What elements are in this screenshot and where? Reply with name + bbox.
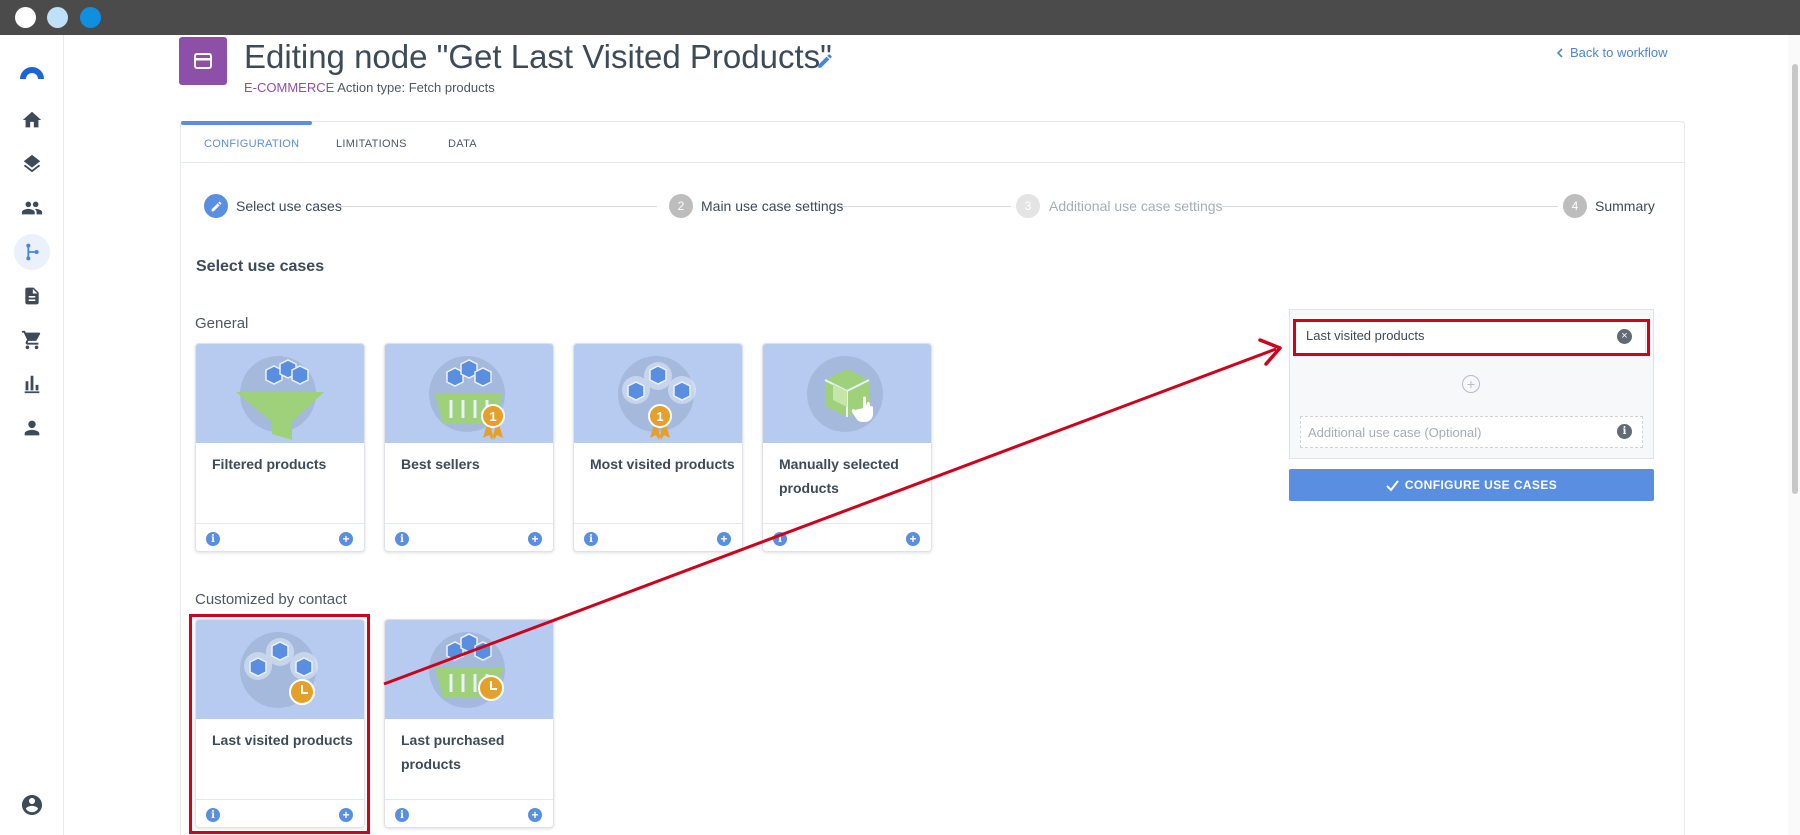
sidebar-item-workflows[interactable] (14, 234, 50, 270)
add-icon[interactable]: + (528, 532, 542, 546)
window-minimize-button[interactable] (47, 7, 68, 28)
use-case-card-filtered-products[interactable]: Filtered products i + (195, 343, 365, 552)
use-case-label: Last purchased products (401, 732, 505, 772)
sidebar-item-people[interactable] (18, 194, 46, 222)
back-link-label: Back to workflow (1570, 45, 1668, 60)
step-connector (339, 206, 657, 207)
add-use-case-icon[interactable]: + (1462, 375, 1480, 393)
node-action-type: Action type: Fetch products (337, 80, 495, 95)
group-title-general: General (195, 315, 249, 332)
back-to-workflow-link[interactable]: Back to workflow (1556, 45, 1668, 60)
additional-use-case-placeholder: Additional use case (Optional) (1308, 425, 1482, 440)
people-icon (21, 201, 43, 215)
use-case-label: Most visited products (590, 456, 735, 472)
info-icon[interactable]: i (1617, 424, 1632, 439)
window-close-button[interactable] (15, 7, 36, 28)
document-icon (25, 287, 39, 305)
basket-medal-icon: 1 (435, 359, 505, 440)
home-icon (22, 111, 42, 128)
section-title: Select use cases (196, 258, 325, 275)
add-icon[interactable]: + (906, 532, 920, 546)
highlight-box (189, 614, 370, 834)
product-logo-icon[interactable] (17, 55, 47, 85)
page-scrollbar-thumb[interactable] (1792, 64, 1798, 494)
funnel-products-icon (236, 359, 324, 440)
sidebar-item-ecommerce[interactable] (18, 326, 46, 354)
workflow-icon (26, 243, 39, 261)
card-illustration: 1 (574, 344, 742, 443)
sidebar-item-documents[interactable] (18, 282, 46, 310)
use-case-card-last-purchased-products[interactable]: Last purchased products i + (384, 619, 554, 828)
pencil-icon (211, 201, 221, 211)
check-icon (1386, 479, 1399, 491)
step-3-label: Additional use case settings (1049, 198, 1223, 214)
card-illustration (763, 344, 931, 443)
chevron-left-icon (1556, 47, 1563, 58)
card-icon (194, 53, 212, 69)
cart-icon (21, 330, 41, 350)
layers-icon (23, 154, 41, 173)
use-case-card-manually-selected-products[interactable]: Manually selected products i + (762, 343, 932, 552)
node-category: E-COMMERCE (244, 80, 335, 95)
card-illustration (196, 344, 364, 443)
account-circle-icon (22, 795, 42, 815)
info-icon[interactable]: i (395, 808, 409, 822)
window-titlebar (0, 0, 1800, 35)
person-icon (24, 420, 40, 436)
step-1-label: Select use cases (236, 198, 342, 214)
sidebar-item-profile[interactable] (18, 414, 46, 442)
step-2-label: Main use case settings (701, 198, 844, 214)
step-connector (1222, 206, 1558, 207)
basket-clock-icon (435, 633, 504, 701)
step-3-indicator: 3 (1016, 194, 1040, 218)
use-case-label: Best sellers (401, 456, 480, 472)
page-title: Editing node "Get Last Visited Products" (244, 38, 832, 75)
boxes-medal-icon: 1 (622, 362, 696, 440)
info-icon[interactable]: i (584, 532, 598, 546)
box-hand-icon (824, 369, 873, 422)
bar-chart-icon (24, 375, 40, 394)
tab-configuration[interactable]: CONFIGURATION (204, 138, 299, 150)
tabs-divider (181, 162, 1684, 163)
card-illustration: 1 (385, 344, 553, 443)
info-icon[interactable]: i (206, 532, 220, 546)
step-4-label: Summary (1595, 198, 1655, 214)
configure-button-label: CONFIGURE USE CASES (1404, 478, 1558, 492)
use-case-label: Filtered products (212, 456, 327, 472)
svg-text:1: 1 (489, 409, 496, 424)
sidebar-item-account[interactable] (18, 791, 46, 819)
highlight-box (1293, 319, 1650, 356)
step-1-indicator (204, 194, 228, 218)
add-icon[interactable]: + (339, 532, 353, 546)
window-maximize-button[interactable] (80, 7, 101, 28)
use-case-card-most-visited-products[interactable]: 1 Most visited products i + (573, 343, 743, 552)
sidebar-item-home[interactable] (18, 106, 46, 134)
sidebar-nav (0, 35, 64, 835)
info-icon[interactable]: i (773, 532, 787, 546)
configure-use-cases-button[interactable]: CONFIGURE USE CASES (1289, 469, 1654, 501)
use-case-card-best-sellers[interactable]: 1 Best sellers i + (384, 343, 554, 552)
node-subtitle: E-COMMERCE Action type: Fetch products (244, 80, 495, 95)
tab-data[interactable]: DATA (448, 138, 477, 150)
tab-limitations[interactable]: LIMITATIONS (336, 138, 407, 150)
sidebar-item-layers[interactable] (18, 150, 46, 178)
group-title-customized-by-contact: Customized by contact (195, 591, 347, 608)
step-2-indicator: 2 (669, 194, 693, 218)
step-4-indicator: 4 (1563, 194, 1587, 218)
pencil-icon[interactable] (816, 52, 834, 70)
add-icon[interactable]: + (717, 532, 731, 546)
tab-active-indicator (181, 121, 312, 125)
add-icon[interactable]: + (528, 808, 542, 822)
step-connector (841, 206, 1011, 207)
use-case-label: Manually selected products (779, 456, 899, 496)
svg-text:1: 1 (656, 409, 663, 424)
node-type-badge (179, 37, 227, 85)
sidebar-item-analytics[interactable] (18, 370, 46, 398)
info-icon[interactable]: i (395, 532, 409, 546)
card-illustration (385, 620, 553, 719)
